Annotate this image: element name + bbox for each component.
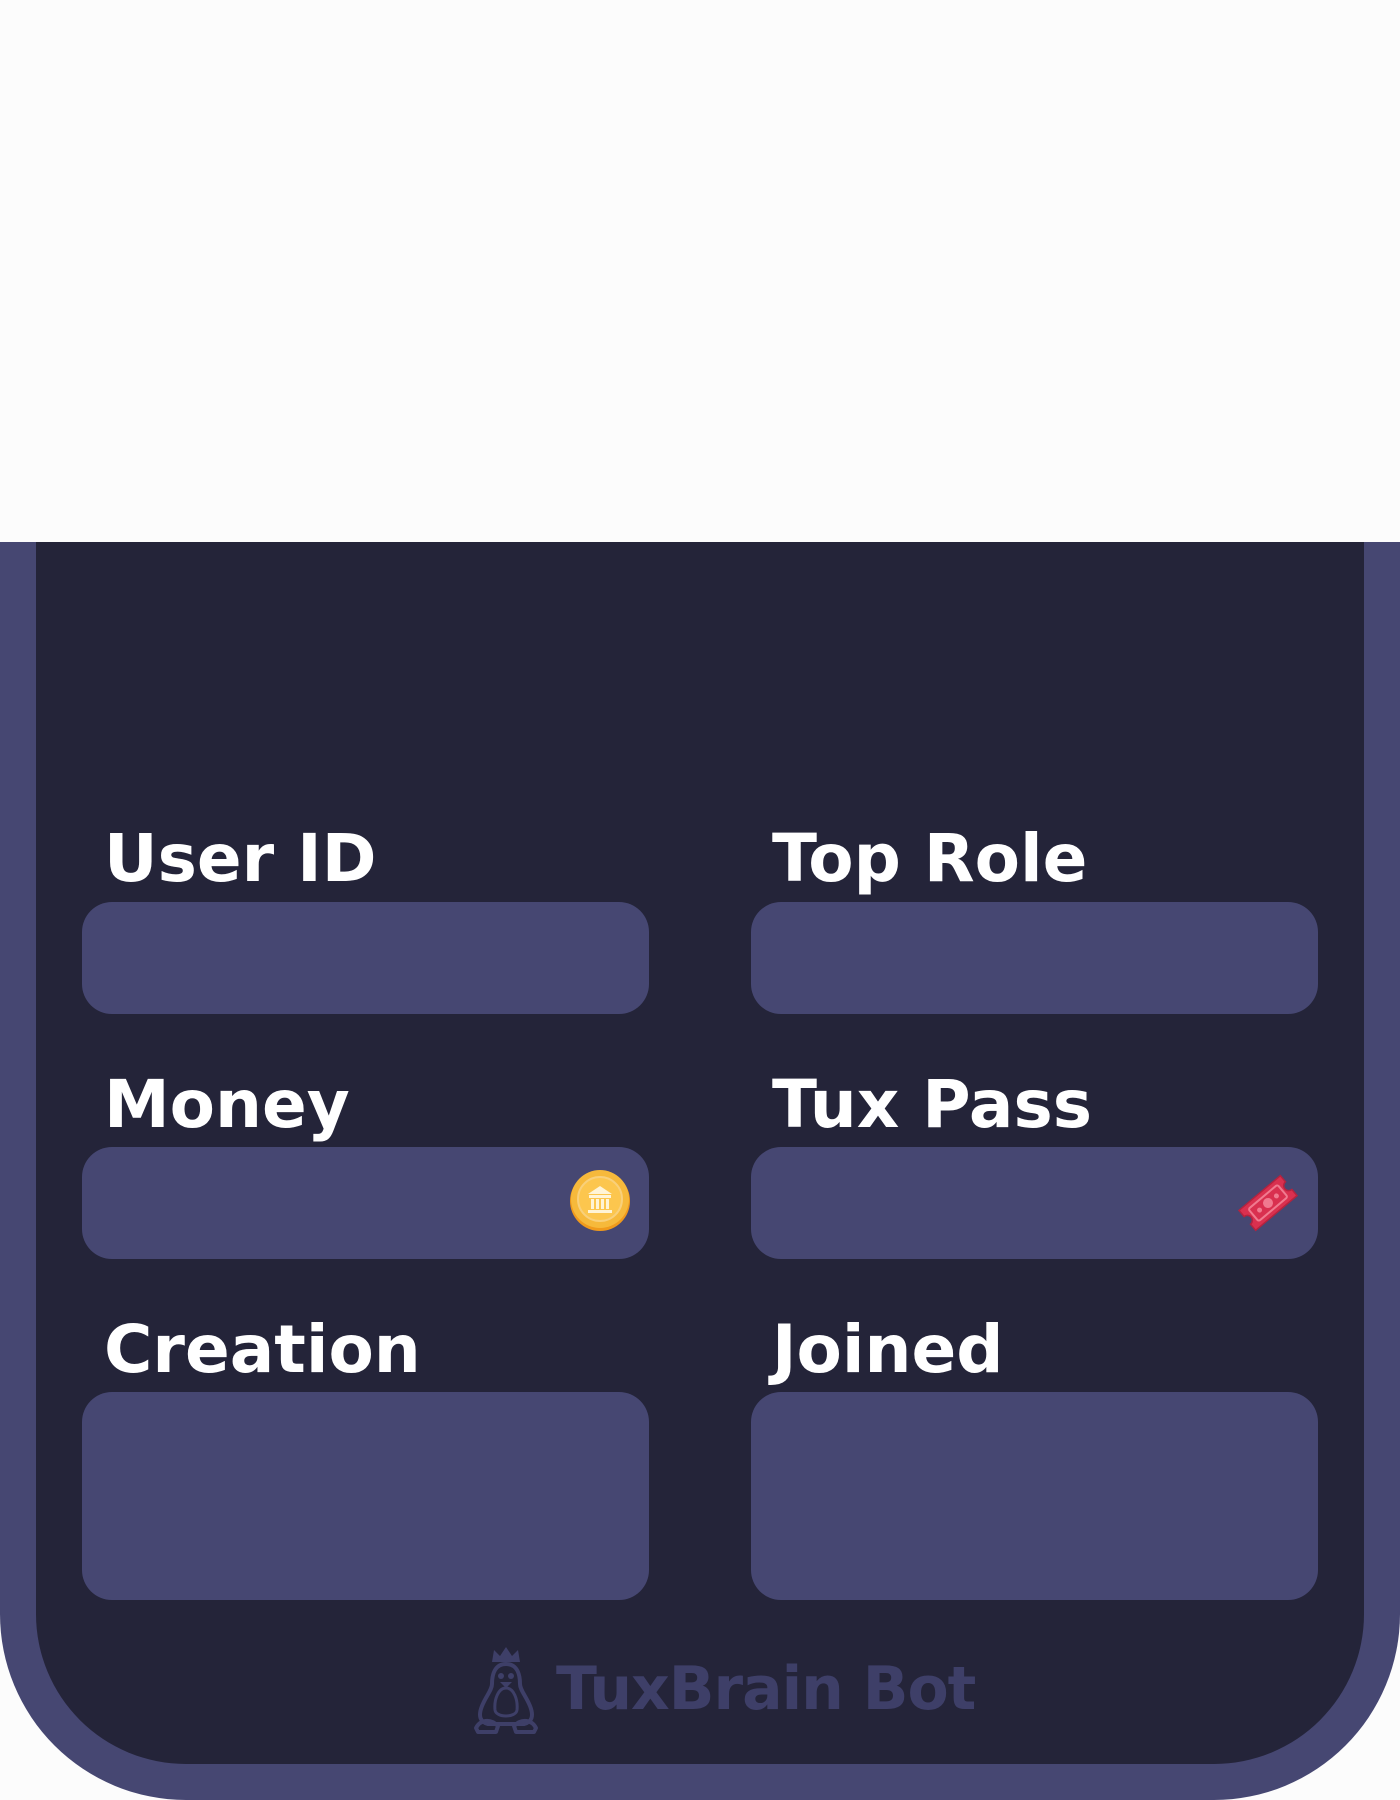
creation-label: Creation (104, 1311, 421, 1388)
user-id-label: User ID (104, 820, 377, 897)
user-id-field[interactable] (82, 902, 649, 1014)
tux-pass-field[interactable] (751, 1147, 1318, 1259)
bank-coin-icon (570, 1170, 630, 1231)
money-field[interactable] (82, 1147, 649, 1259)
creation-field[interactable] (82, 1392, 649, 1600)
joined-field[interactable] (751, 1392, 1318, 1600)
tux-pass-label: Tux Pass (772, 1066, 1093, 1143)
ticket-icon (1237, 1174, 1299, 1232)
money-label: Money (104, 1066, 350, 1143)
brand-name: TuxBrain Bot (556, 1654, 976, 1724)
tux-penguin-crown-icon (474, 1647, 538, 1734)
footer-brand: TuxBrain Bot (468, 1644, 976, 1734)
joined-label: Joined (772, 1311, 1004, 1388)
top-role-field[interactable] (751, 902, 1318, 1014)
top-role-label: Top Role (772, 820, 1088, 897)
